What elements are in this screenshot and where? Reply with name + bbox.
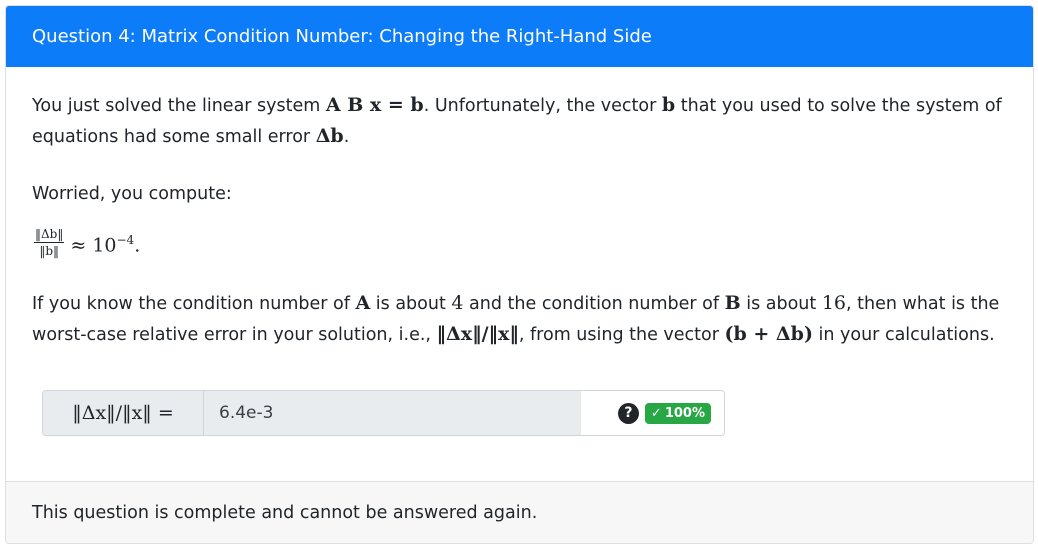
- answer-input-group: ‖Δx‖/‖x‖ = 6.4e-3 ? ✓ 100%: [42, 390, 725, 436]
- check-icon: ✓: [650, 405, 662, 421]
- math-cond-a: 4: [451, 292, 464, 314]
- answer-status: ? ✓ 100%: [581, 391, 724, 435]
- score-badge: ✓ 100%: [644, 402, 711, 424]
- math-matrix-b: B: [724, 292, 741, 314]
- question-card: Question 4: Matrix Condition Number: Cha…: [5, 5, 1034, 544]
- statement-text: .: [343, 127, 350, 147]
- question-circle-icon[interactable]: ?: [617, 402, 639, 424]
- problem-statement: You just solved the linear system A B x …: [32, 90, 1012, 152]
- ratio-equation: ‖Δb‖ ‖b‖ ≈ 10−4.: [34, 225, 140, 260]
- ratio-exponent: −4: [116, 233, 135, 247]
- math-relative-error: ‖Δx‖/‖x‖: [436, 323, 519, 345]
- math-equation: A B x = b: [325, 94, 424, 116]
- math-vector-b: b: [661, 94, 676, 116]
- ratio-fraction: ‖Δb‖ ‖b‖: [34, 227, 65, 259]
- worried-label: Worried, you compute:: [32, 184, 232, 204]
- fraction-numerator: ‖Δb‖: [34, 227, 65, 244]
- question-text-part: is about: [370, 294, 452, 314]
- math-matrix-a: A: [355, 292, 371, 314]
- question-text-part: is about: [740, 294, 822, 314]
- question-footer: This question is complete and cannot be …: [6, 481, 1033, 543]
- question-text: If you know the condition number of A is…: [32, 288, 1012, 350]
- question-title: Question 4: Matrix Condition Number: Cha…: [32, 26, 652, 47]
- question-text-part: in your calculations.: [812, 325, 995, 345]
- question-text-part: , from using the vector: [518, 325, 725, 345]
- answer-value-text: 6.4e-3: [219, 403, 274, 423]
- math-delta-b: Δb: [315, 125, 344, 147]
- question-text-part: and the condition number of: [463, 294, 725, 314]
- statement-text: . Unfortunately, the vector: [423, 96, 662, 116]
- ratio-value: ≈ 10−4.: [70, 225, 140, 260]
- score-value: 100%: [664, 405, 705, 421]
- statement-text: You just solved the linear system: [32, 96, 326, 116]
- completion-message: This question is complete and cannot be …: [32, 502, 538, 523]
- question-text-part: If you know the condition number of: [32, 294, 356, 314]
- math-cond-b: 16: [821, 292, 847, 314]
- answer-label: ‖Δx‖/‖x‖ =: [43, 391, 204, 435]
- math-perturbed-vector: (b + Δb): [724, 323, 813, 345]
- ratio-rhs: ≈ 10: [70, 234, 117, 257]
- ratio-period: .: [134, 234, 141, 257]
- answer-input[interactable]: 6.4e-3: [204, 391, 581, 435]
- question-header: Question 4: Matrix Condition Number: Cha…: [6, 6, 1033, 67]
- worried-text: Worried, you compute:: [32, 179, 232, 209]
- fraction-denominator: ‖b‖: [39, 244, 60, 259]
